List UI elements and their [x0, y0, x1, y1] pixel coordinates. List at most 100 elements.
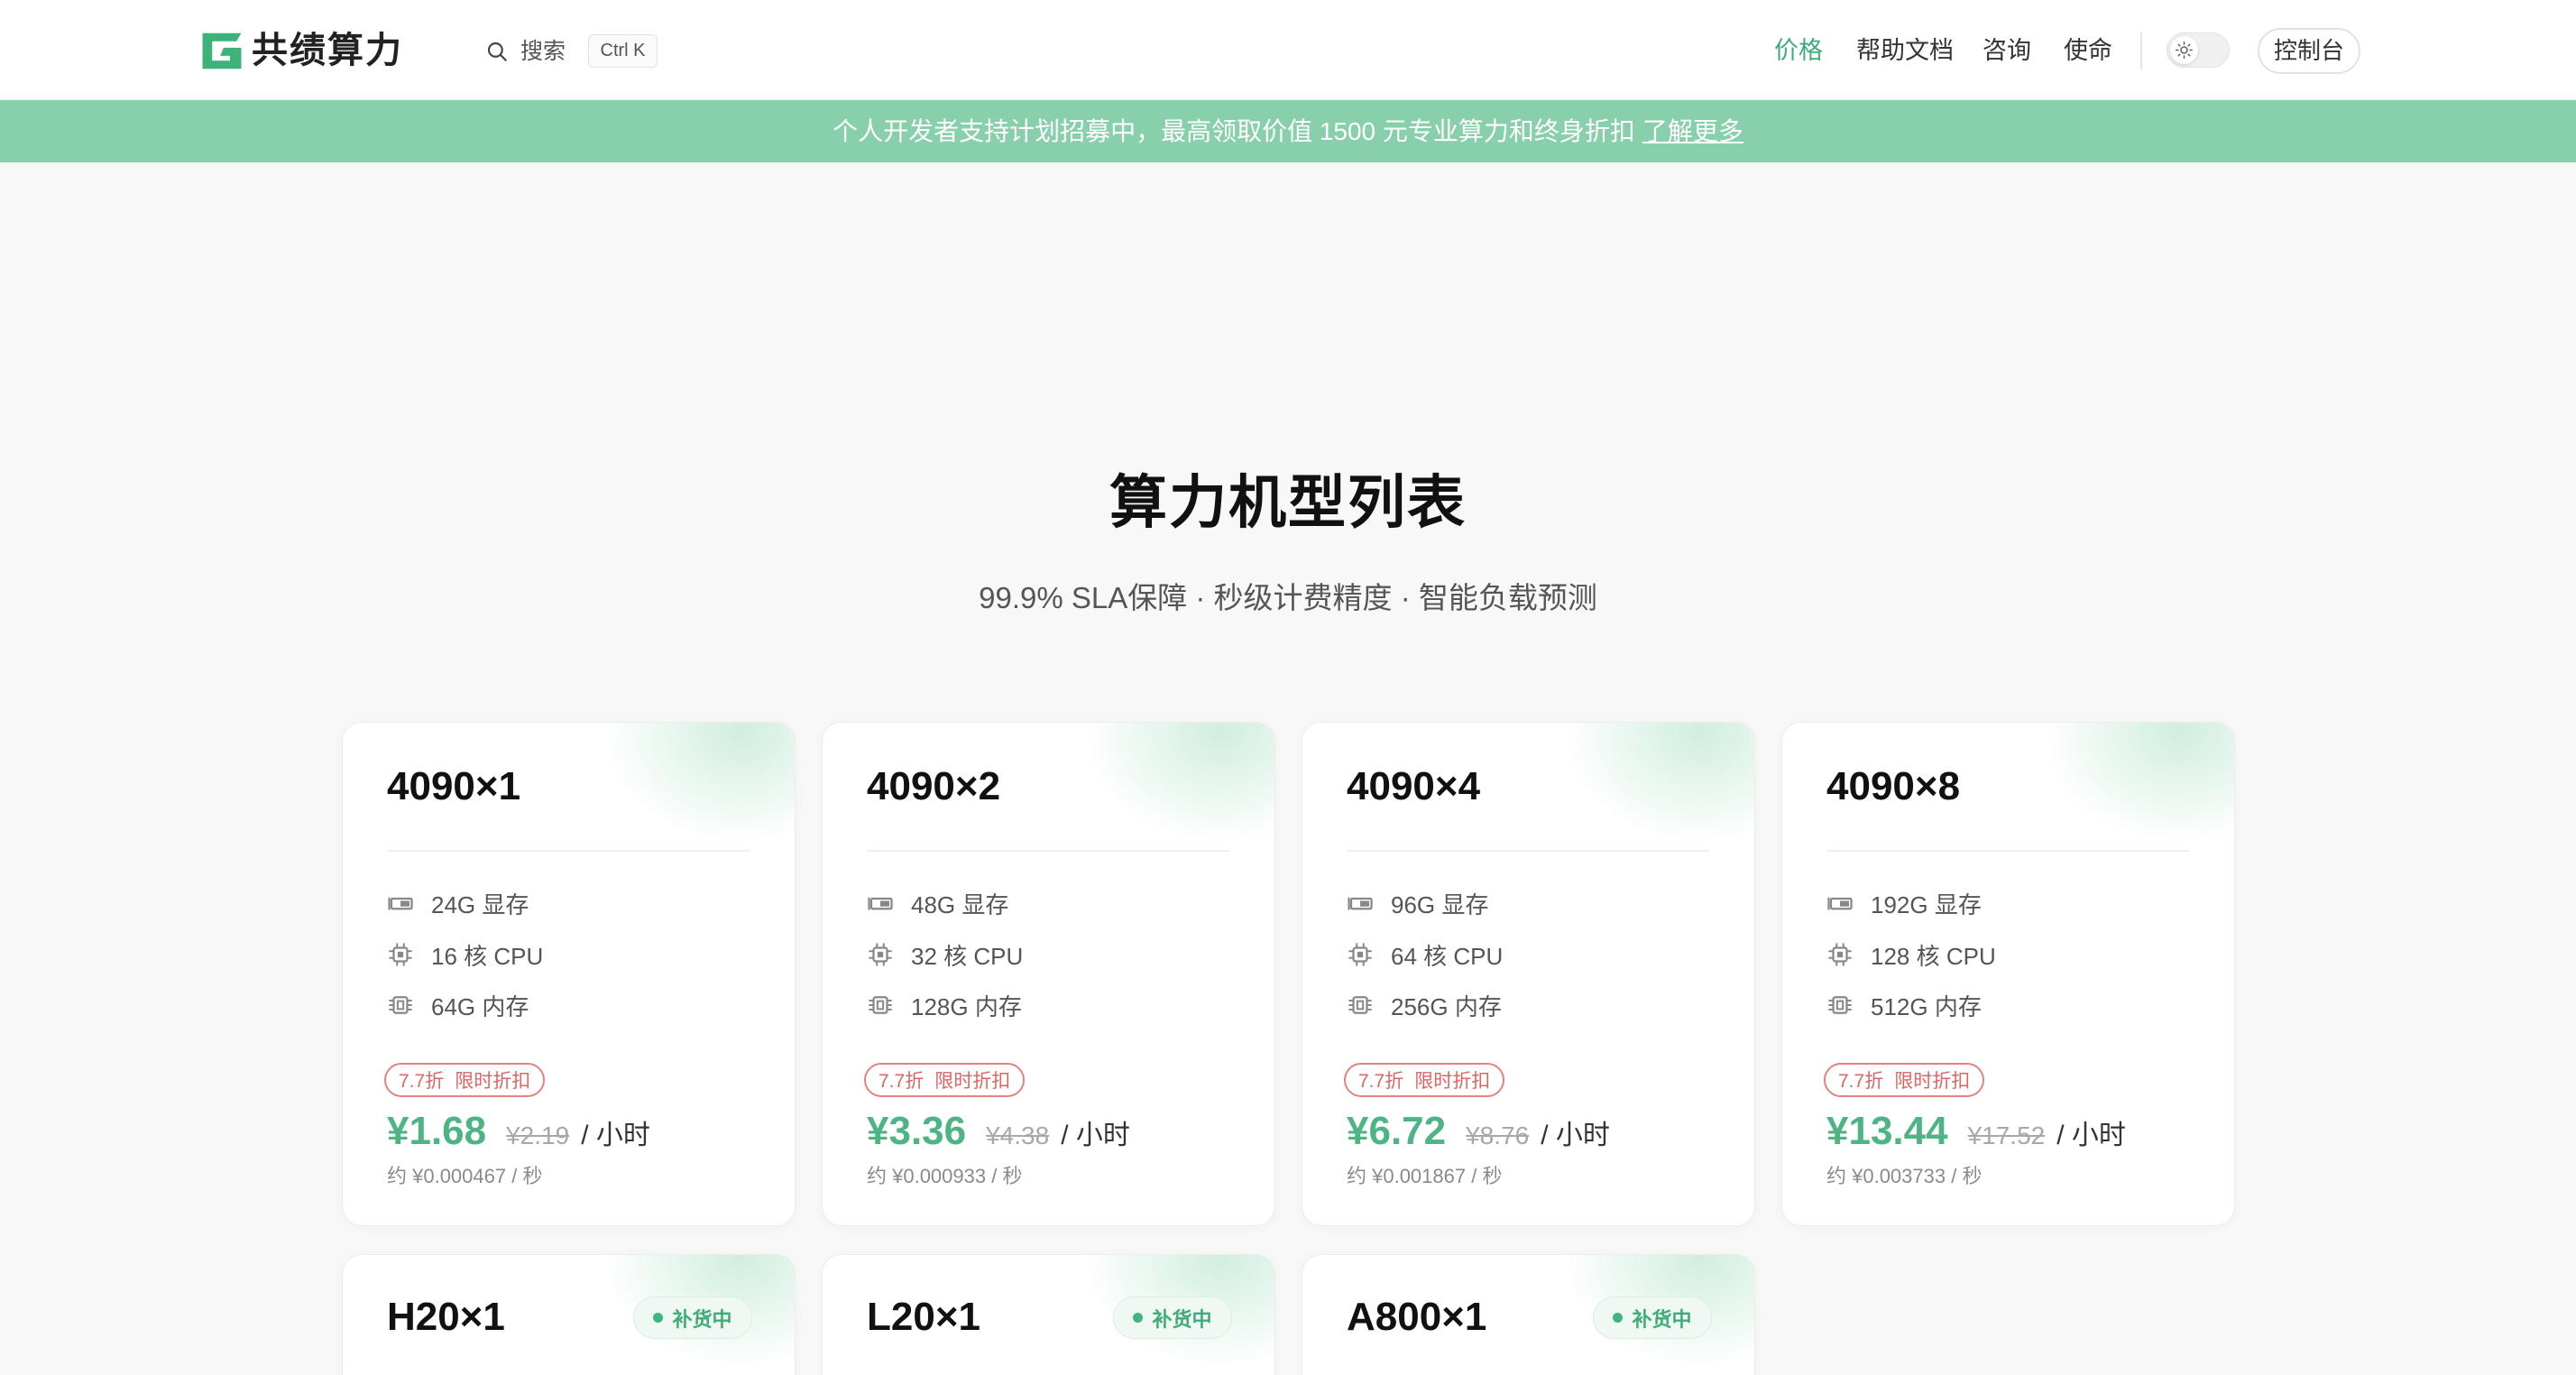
restocking-badge: 补货中: [1113, 1297, 1232, 1339]
card-title: H20×1: [387, 1295, 505, 1339]
nav-consult[interactable]: 咨询: [1983, 33, 2031, 68]
spec-memory-text: 128G 内存: [911, 992, 1022, 1020]
per-second-price: 约 ¥0.003733 / 秒: [1826, 1165, 1983, 1187]
memory-icon: [867, 992, 894, 1019]
pricing-card[interactable]: 4090×4 96G 显存 64 核 CPU 256G 内存 7.7折 限时折扣 …: [1302, 722, 1755, 1226]
restocking-badge: 补货中: [1593, 1297, 1712, 1339]
current-price: ¥13.44: [1826, 1109, 1948, 1153]
per-second-price: 约 ¥0.001867 / 秒: [1347, 1165, 1503, 1187]
card-title: 4090×1: [387, 764, 521, 808]
gpu-icon: [867, 890, 894, 917]
announcement-banner: 个人开发者支持计划招募中，最高领取价值 1500 元专业算力和终身折扣 了解更多: [0, 100, 2576, 162]
card-divider: [1347, 850, 1710, 852]
spec-vram: 96G 显存: [1347, 888, 1488, 918]
spec-vram-text: 48G 显存: [911, 891, 1009, 918]
card-divider: [387, 850, 750, 852]
gpu-icon: [387, 890, 414, 917]
banner-learn-more-link[interactable]: 了解更多: [1642, 117, 1743, 145]
cpu-icon: [1347, 941, 1374, 968]
original-price: ¥17.52: [1967, 1121, 2046, 1149]
nav-divider: [2140, 32, 2142, 69]
search-label: 搜索: [520, 39, 566, 64]
nav-mission[interactable]: 使命: [2064, 33, 2112, 68]
spec-memory-text: 512G 内存: [1871, 992, 1982, 1020]
pricing-card[interactable]: 4090×8 192G 显存 128 核 CPU 512G 内存 7.7折 限时折…: [1781, 722, 2235, 1226]
original-price: ¥4.38: [986, 1121, 1050, 1149]
status-text: 补货中: [672, 1307, 732, 1331]
card-title: 4090×2: [867, 764, 1001, 808]
theme-toggle[interactable]: [2167, 32, 2230, 68]
card-divider: [867, 850, 1230, 852]
card-title: 4090×4: [1347, 764, 1481, 808]
memory-icon: [1347, 992, 1374, 1019]
spec-cpu-text: 32 核 CPU: [911, 942, 1024, 970]
search-shortcut-hint: Ctrl K: [588, 34, 658, 68]
discount-rate: 7.7折: [1838, 1071, 1884, 1092]
pricing-card[interactable]: 4090×2 48G 显存 32 核 CPU 128G 内存 7.7折 限时折扣 …: [822, 722, 1275, 1226]
memory-icon: [1826, 992, 1854, 1019]
spec-memory-text: 256G 内存: [1391, 992, 1502, 1020]
theme-toggle-knob: [2170, 36, 2198, 64]
page-title: 算力机型列表: [1109, 470, 1467, 535]
gpu-icon: [1826, 890, 1854, 917]
current-price: ¥3.36: [867, 1109, 967, 1153]
discount-rate: 7.7折: [879, 1071, 925, 1092]
cpu-icon: [387, 941, 414, 968]
discount-badge: 7.7折 限时折扣: [1824, 1063, 1985, 1097]
price-unit: / 小时: [2056, 1121, 2126, 1150]
spec-vram: 24G 显存: [387, 888, 529, 918]
card-title: A800×1: [1347, 1295, 1487, 1339]
logo-text[interactable]: 共绩算力: [252, 26, 403, 75]
spec-memory-text: 64G 内存: [431, 992, 529, 1020]
discount-rate: 7.7折: [399, 1071, 445, 1092]
card-divider: [1826, 850, 2190, 852]
spec-memory: 128G 内存: [867, 990, 1022, 1020]
restocking-card[interactable]: A800×1 补货中: [1302, 1254, 1755, 1375]
discount-badge: 7.7折 限时折扣: [384, 1063, 546, 1097]
pricing-card[interactable]: 4090×1 24G 显存 16 核 CPU 64G 内存 7.7折 限时折扣 ¥…: [342, 722, 796, 1226]
gpu-icon: [1347, 890, 1374, 917]
top-navbar: 共绩算力 搜索 Ctrl K 价格 帮助文档 咨询 使命 控制台: [0, 0, 2576, 100]
restocking-badge: 补货中: [633, 1297, 752, 1339]
status-dot: [1133, 1313, 1144, 1323]
restocking-card[interactable]: H20×1 补货中: [342, 1254, 796, 1375]
spec-vram: 48G 显存: [867, 888, 1008, 918]
status-dot: [1613, 1313, 1624, 1323]
price-row: ¥13.44 ¥17.52 / 小时: [1826, 1106, 2126, 1157]
spec-cpu-text: 16 核 CPU: [431, 942, 544, 970]
discount-badge: 7.7折 限时折扣: [864, 1063, 1026, 1097]
price-unit: / 小时: [581, 1121, 650, 1150]
spec-memory: 512G 内存: [1826, 990, 1982, 1020]
page-subtitle: 99.9% SLA保障 · 秒级计费精度 · 智能负载预测: [979, 581, 1597, 614]
console-button[interactable]: 控制台: [2258, 28, 2360, 74]
card-title: 4090×8: [1826, 764, 1961, 808]
per-second-price: 约 ¥0.000467 / 秒: [387, 1165, 543, 1187]
search-button[interactable]: 搜索 Ctrl K: [483, 32, 660, 70]
card-title: L20×1: [867, 1295, 980, 1339]
sun-icon: [2175, 41, 2194, 60]
cpu-icon: [867, 941, 894, 968]
restocking-card[interactable]: L20×1 补货中: [822, 1254, 1275, 1375]
original-price: ¥2.19: [506, 1121, 570, 1149]
nav-pricing[interactable]: 价格: [1774, 33, 1823, 68]
discount-rate: 7.7折: [1358, 1071, 1404, 1092]
search-icon: [485, 40, 509, 63]
current-price: ¥6.72: [1347, 1109, 1447, 1153]
spec-cpu: 64 核 CPU: [1347, 939, 1503, 970]
spec-vram-text: 96G 显存: [1391, 891, 1489, 918]
discount-label: 限时折扣: [1414, 1071, 1491, 1092]
original-price: ¥8.76: [1466, 1121, 1530, 1149]
price-unit: / 小时: [1541, 1121, 1610, 1150]
price-row: ¥6.72 ¥8.76 / 小时: [1347, 1106, 1610, 1157]
price-row: ¥1.68 ¥2.19 / 小时: [387, 1106, 650, 1157]
logo-g-icon[interactable]: [200, 32, 244, 70]
spec-vram: 192G 显存: [1826, 888, 1982, 918]
memory-icon: [387, 992, 414, 1019]
nav-help-docs[interactable]: 帮助文档: [1856, 33, 1954, 68]
price-row: ¥3.36 ¥4.38 / 小时: [867, 1106, 1130, 1157]
spec-vram-text: 192G 显存: [1871, 891, 1982, 918]
status-dot: [653, 1313, 664, 1323]
banner-text: 个人开发者支持计划招募中，最高领取价值 1500 元专业算力和终身折扣: [833, 117, 1635, 145]
spec-memory: 64G 内存: [387, 990, 529, 1020]
per-second-price: 约 ¥0.000933 / 秒: [867, 1165, 1023, 1187]
